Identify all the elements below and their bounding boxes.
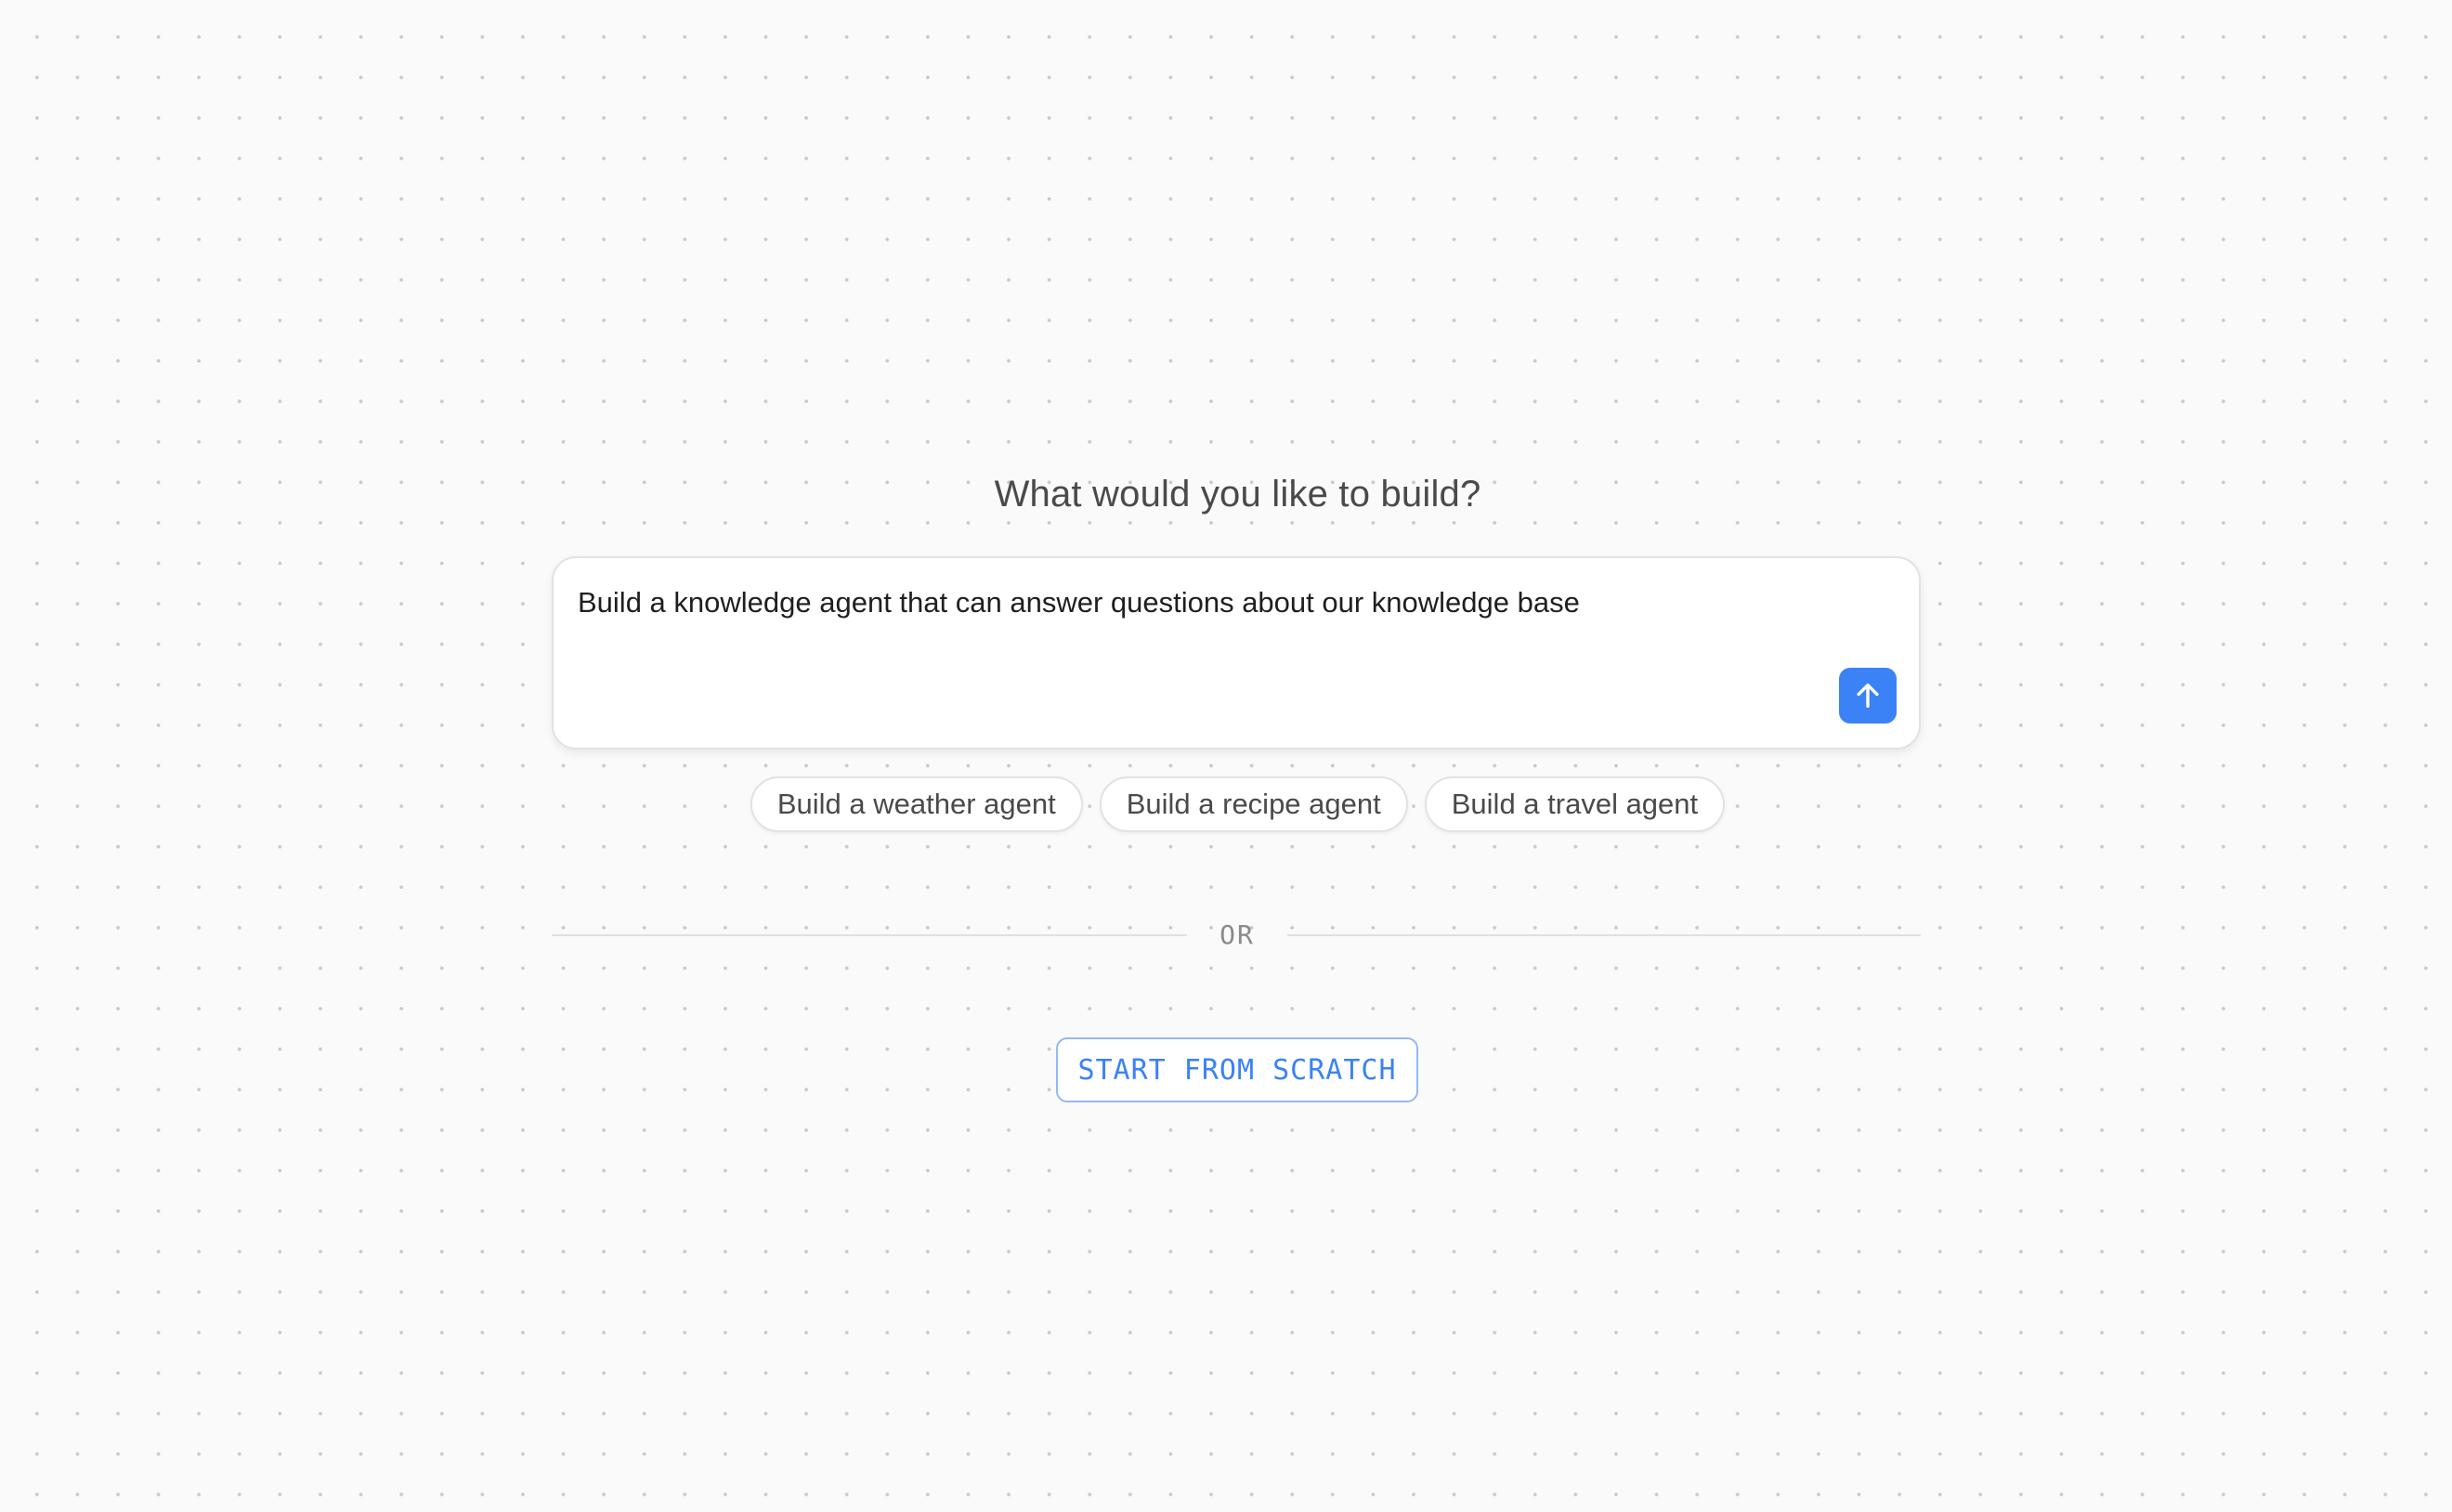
- send-button[interactable]: [1839, 668, 1897, 723]
- suggestion-chip-weather[interactable]: Build a weather agent: [750, 776, 1083, 832]
- suggestion-chip-recipe[interactable]: Build a recipe agent: [1099, 776, 1408, 832]
- suggestion-list: Build a weather agent Build a recipe age…: [0, 776, 2452, 832]
- divider-line-right: [1287, 934, 1921, 936]
- page-title: What would you like to build?: [994, 474, 1481, 515]
- or-divider: OR: [552, 915, 1921, 956]
- arrow-up-icon: [1857, 683, 1879, 709]
- app-canvas: What would you like to build? Build a kn…: [0, 0, 2452, 1512]
- suggestion-chip-travel[interactable]: Build a travel agent: [1424, 776, 1726, 832]
- start-from-scratch-button[interactable]: START FROM SCRATCH: [1056, 1037, 1418, 1102]
- prompt-container: Build a knowledge agent that can answer …: [552, 556, 1921, 749]
- divider-line-left: [552, 934, 1187, 936]
- prompt-input[interactable]: Build a knowledge agent that can answer …: [578, 584, 1841, 696]
- or-label: OR: [1219, 919, 1255, 950]
